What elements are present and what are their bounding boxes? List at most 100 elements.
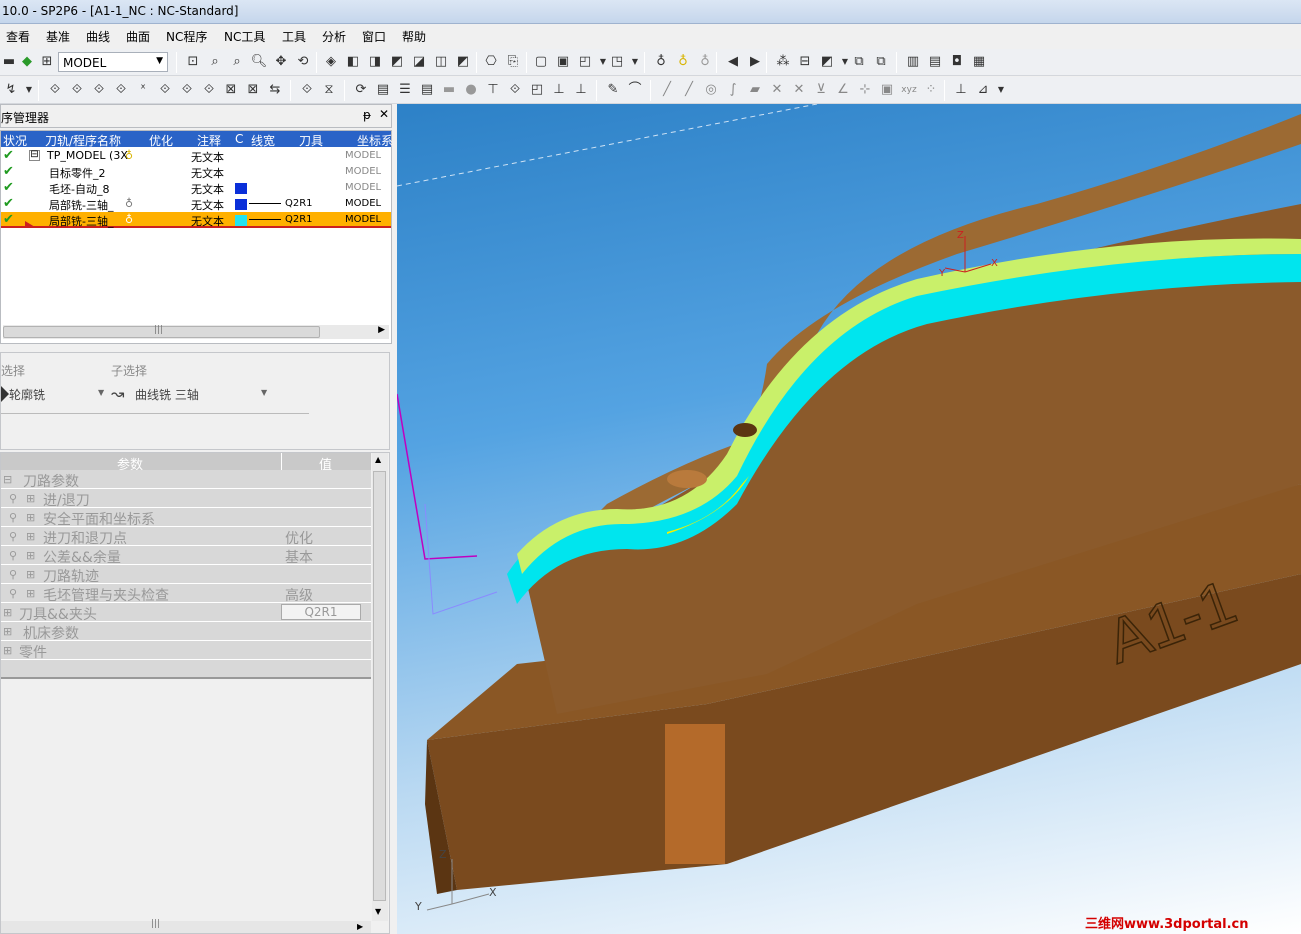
lightbulb-on-icon[interactable]: ♁: [674, 53, 692, 71]
zoom-prev-icon[interactable]: ⌕: [228, 53, 246, 71]
nc-sim-icon[interactable]: ▥: [904, 53, 922, 71]
zoom-window-icon[interactable]: ⌕: [206, 53, 224, 71]
expand-icon[interactable]: ⊞: [26, 568, 35, 581]
selection-value[interactable]: 轮廓铣: [9, 386, 45, 403]
tool-value-button[interactable]: Q2R1: [281, 604, 361, 620]
param-value[interactable]: 基本: [285, 547, 313, 567]
expand-icon[interactable]: ⊞: [3, 606, 12, 619]
col-linewidth[interactable]: 线宽: [251, 132, 275, 149]
axis-icon[interactable]: ⊥: [952, 81, 970, 99]
dimension-icon[interactable]: ⊟: [796, 53, 814, 71]
collapse-icon[interactable]: ⊟: [29, 150, 40, 161]
history-icon[interactable]: ⟳: [352, 81, 370, 99]
rotate-icon[interactable]: ⟲: [294, 53, 312, 71]
close-icon[interactable]: ✕: [379, 107, 389, 121]
expand-icon[interactable]: ⊞: [26, 492, 35, 505]
nc-verify-icon[interactable]: ▤: [926, 53, 944, 71]
plane-icon[interactable]: ⊿: [974, 81, 992, 99]
select-body-icon[interactable]: ⟐: [200, 81, 218, 99]
param-row[interactable]: ⚲ ⊞ 进/退刀: [1, 489, 371, 509]
select-edges-icon[interactable]: ⟐: [68, 81, 86, 99]
table-row[interactable]: ✔ 目标零件_2 无文本 MODEL: [1, 164, 391, 180]
xyz-icon[interactable]: xyz: [900, 81, 918, 99]
scrollbar-thumb[interactable]: [373, 471, 386, 901]
select-box-icon[interactable]: ⊠: [222, 81, 240, 99]
color-swatch[interactable]: [235, 215, 247, 226]
part-render[interactable]: Z Y X A1-1 Z Y X: [397, 104, 1301, 934]
comment-icon[interactable]: ▬: [440, 81, 458, 99]
chevron-down-icon[interactable]: ▼: [992, 81, 1010, 99]
pin-icon[interactable]: ᵽ: [363, 108, 371, 122]
col-coordsys[interactable]: 坐标系: [357, 132, 393, 149]
lightbulb-off-icon[interactable]: ♁: [696, 53, 714, 71]
select-region-icon[interactable]: ⟐: [178, 81, 196, 99]
arrow-down-icon[interactable]: ▼: [375, 907, 381, 916]
table-row[interactable]: ✔ 毛坯-自动_8 无文本 MODEL: [1, 180, 391, 196]
menu-help[interactable]: 帮助: [402, 28, 426, 45]
arrow-up-icon[interactable]: ▲: [375, 455, 381, 464]
param-row[interactable]: ⊟ 刀路参数: [1, 470, 371, 490]
col-color[interactable]: C: [235, 132, 243, 146]
select-chain-icon[interactable]: ⟐: [156, 81, 174, 99]
measure-icon[interactable]: ◩: [818, 53, 836, 71]
expand-icon[interactable]: ⊞: [26, 587, 35, 600]
menu-view[interactable]: 查看: [6, 28, 30, 45]
param-row[interactable]: ⚲ ⊞ 刀路轨迹: [1, 565, 371, 585]
view-front-icon[interactable]: ◧: [344, 53, 362, 71]
expand-icon[interactable]: ⊞: [3, 644, 12, 657]
collapse-icon[interactable]: ⊟: [3, 473, 12, 486]
model-select-icon[interactable]: ⊞: [38, 53, 56, 71]
subselection-value[interactable]: 曲线铣 三轴: [135, 386, 199, 403]
tool-icon[interactable]: ↯: [2, 81, 20, 99]
shaded-icon[interactable]: ◰: [576, 53, 594, 71]
zoom-icon[interactable]: 🔍︎: [250, 53, 268, 71]
curve-edit-icon[interactable]: ⌒: [626, 81, 644, 99]
copy-icon[interactable]: ⧉: [850, 53, 868, 71]
folder-icon[interactable]: ▬: [0, 53, 18, 71]
break-icon[interactable]: ✕: [790, 81, 808, 99]
expand-icon[interactable]: ⊞: [3, 625, 12, 638]
color-swatch[interactable]: [235, 199, 247, 210]
select-points-icon[interactable]: ⟐: [112, 81, 130, 99]
line-tangent-icon[interactable]: ╱: [680, 81, 698, 99]
param-row[interactable]: ⊞ 刀具&&夹头 Q2R1: [1, 603, 371, 623]
menu-curve[interactable]: 曲线: [86, 28, 110, 45]
chevron-down-icon[interactable]: ▼: [626, 53, 644, 71]
arrow-left-icon[interactable]: ◀: [724, 53, 742, 71]
col-status[interactable]: 状况: [3, 132, 27, 149]
view-right-icon[interactable]: ◪: [410, 53, 428, 71]
zoom-fit-icon[interactable]: ⊡: [184, 53, 202, 71]
arrow-right-icon[interactable]: ▶: [378, 325, 385, 335]
hidden-line-icon[interactable]: ▣: [554, 53, 572, 71]
toolpath-icon[interactable]: ⟐: [506, 81, 524, 99]
render-icon[interactable]: ◳: [608, 53, 626, 71]
coord-list-icon[interactable]: ⊥: [572, 81, 590, 99]
offset-icon[interactable]: ▰: [746, 81, 764, 99]
tree-icon[interactable]: ⁂: [774, 53, 792, 71]
list-icon[interactable]: ☰: [396, 81, 414, 99]
arrow-right-icon[interactable]: ▶: [357, 922, 363, 931]
expand-icon[interactable]: ⊞: [26, 530, 35, 543]
select-swap-icon[interactable]: ⇆: [266, 81, 284, 99]
view-left-icon[interactable]: ◩: [388, 53, 406, 71]
menu-analysis[interactable]: 分析: [322, 28, 346, 45]
book-icon[interactable]: ▤: [374, 81, 392, 99]
chevron-down-icon[interactable]: ▼: [20, 81, 38, 99]
menu-datum[interactable]: 基准: [46, 28, 70, 45]
nc-post-icon[interactable]: ◘: [948, 53, 966, 71]
menu-surface[interactable]: 曲面: [126, 28, 150, 45]
col-tool[interactable]: 刀具: [299, 132, 323, 149]
scatter-icon[interactable]: ⁘: [922, 81, 940, 99]
param-value[interactable]: 高级: [285, 585, 313, 605]
table-row[interactable]: ✔ 局部铣-三轴_ ♁ 无文本 Q2R1 MODEL: [1, 196, 391, 212]
paste-icon[interactable]: ⧉: [872, 53, 890, 71]
spline-icon[interactable]: ∫: [724, 81, 742, 99]
menu-tools[interactable]: 工具: [282, 28, 306, 45]
param-row[interactable]: ⚲ ⊞ 毛坯管理与夹头检查 高级: [1, 584, 371, 605]
edit-icon[interactable]: ✎: [604, 81, 622, 99]
select-faces-icon[interactable]: ⟐: [46, 81, 64, 99]
param-value[interactable]: 优化: [285, 528, 313, 548]
layer-icon[interactable]: ◆: [18, 53, 36, 71]
snap-icon[interactable]: ⟐: [298, 81, 316, 99]
expand-icon[interactable]: ⊞: [26, 511, 35, 524]
